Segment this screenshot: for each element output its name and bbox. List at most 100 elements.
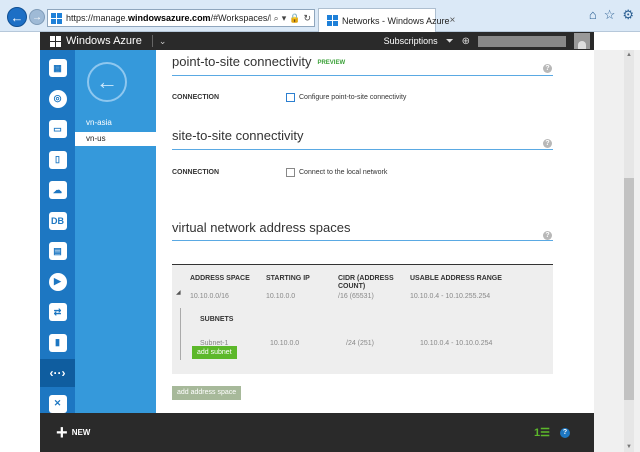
filter-icon[interactable]: ⏷ [446,36,454,47]
avatar[interactable] [574,33,590,49]
p2s-title-text: point-to-site connectivity [172,54,312,69]
networks-icon: ‹··› [49,366,66,380]
network-item-vn-us[interactable]: vn-us [75,132,156,146]
main-content: point-to-site connectivity PREVIEW ? CONN… [156,50,594,413]
traffic-manager-icon: ✕ [48,394,67,413]
user-account-box[interactable] [478,35,566,47]
subnets-heading: SUBNETS [200,316,234,323]
plus-icon[interactable]: + [56,423,68,443]
help-icon[interactable]: ? [543,64,552,73]
sidebar-item-cloud-services[interactable]: ☁ [40,176,75,204]
network-item-vn-asia[interactable]: vn-asia [75,116,156,130]
cidr-cell[interactable]: /16 (65531) [338,293,374,300]
starting-ip-cell[interactable]: 10.10.0.0 [266,293,295,300]
subnet-cidr-cell[interactable]: /24 (251) [346,340,374,347]
subnet-indent-bar [180,308,181,360]
url-text[interactable]: https://manage.windowsazure.com/#Workspa… [66,13,271,23]
help-icon[interactable]: ? [543,231,552,240]
sidebar-item-web-sites[interactable]: ◎ [40,85,75,113]
usable-range-cell: 10.10.0.4 - 10.10.255.254 [410,293,491,300]
portal-header: Windows Azure ⌄ Subscriptions ⏷ ⊕ [40,32,594,50]
p2s-checkbox-row[interactable]: Configure point-to-site connectivity [286,93,406,102]
gear-icon[interactable]: ⚙ [622,7,634,23]
tab-title: Networks - Windows Azure [342,15,450,26]
refresh-icon[interactable]: ↻ [303,13,311,24]
address-bar[interactable]: https://manage.windowsazure.com/#Workspa… [47,9,315,27]
scroll-up-icon[interactable]: ▲ [624,50,634,60]
sidebar-item-service-bus[interactable]: ⇄ [40,298,75,326]
activity-icon[interactable]: 1☰ [534,426,550,439]
section-title-address-spaces: virtual network address spaces [172,220,351,235]
s2s-connection-label: CONNECTION [172,169,220,176]
add-address-space-button[interactable]: add address space [172,386,242,400]
help-icon[interactable]: ? [560,427,570,438]
p2s-connection-label: CONNECTION [172,94,220,101]
all-items-icon: ▦ [48,59,67,77]
new-button[interactable]: NEW [72,428,91,437]
subnet-starting-ip-cell[interactable]: 10.10.0.0 [270,340,299,347]
sidebar-item-sql-databases[interactable]: DB [40,207,75,235]
subnet-usable-range-cell: 10.10.0.4 - 10.10.0.254 [420,340,493,347]
add-subnet-button[interactable]: add subnet [192,346,237,359]
star-icon[interactable]: ☆ [604,7,616,23]
back-button[interactable]: ← [7,7,27,27]
forward-button[interactable]: → [29,9,45,25]
globe-icon[interactable]: ⊕ [462,36,470,47]
section-divider [172,149,553,150]
help-icon[interactable]: ? [543,139,552,148]
section-divider [172,240,553,241]
web-sites-icon: ◎ [48,89,67,108]
activity-count: 1 [534,427,541,439]
sql-databases-icon: DB [48,211,67,230]
media-services-icon: ▶ [48,272,67,291]
sidebar-item-active-directory[interactable]: ▮ [40,329,75,357]
column-header: USABLE ADDRESS RANGE [410,275,502,282]
lock-icon[interactable]: 🔒 [289,13,300,24]
header-divider [151,35,153,47]
sidebar-item-all-items[interactable]: ▦ [40,54,75,82]
s2s-checkbox[interactable] [286,168,295,177]
search-icon[interactable]: ⌕ [274,13,279,24]
address-space-table: ADDRESS SPACE STARTING IP CIDR (ADDRESS … [172,264,553,374]
subscriptions-link[interactable]: Subscriptions [384,36,438,46]
cloud-services-icon: ☁ [48,181,67,199]
section-title-p2s: point-to-site connectivity PREVIEW [172,54,345,69]
dropdown-icon[interactable]: ▾ [282,13,287,24]
sidebar-item-media-services[interactable]: ▶ [40,268,75,296]
browser-tab[interactable]: Networks - Windows Azure × [318,8,455,32]
sidebar-item-mobile-services[interactable]: ▯ [40,146,75,174]
home-icon[interactable]: ⌂ [589,7,597,23]
browser-toolbar: ← → https://manage.windowsazure.com/#Wor… [0,0,640,32]
page-scroll-area: ▲ ▼ [594,50,640,452]
portal-title[interactable]: Windows Azure [66,35,142,47]
p2s-checkbox[interactable] [286,93,295,102]
url-prefix: https://manage. [66,13,129,23]
p2s-checkbox-label[interactable]: Configure point-to-site connectivity [299,94,406,101]
column-header: ADDRESS SPACE [190,275,250,282]
mobile-services-icon: ▯ [48,150,67,169]
expand-arrow-icon[interactable]: ◢ [176,289,181,296]
scroll-down-icon[interactable]: ▼ [624,442,634,452]
url-domain: windowsazure.com [128,13,211,23]
virtual-machines-icon: ▭ [48,120,67,138]
sidebar-item-networks[interactable]: ‹··› [40,359,75,387]
site-favicon-icon [51,12,62,24]
column-header: CIDR (ADDRESS COUNT) [338,275,394,290]
sidebar-item-virtual-machines[interactable]: ▭ [40,115,75,143]
sidebar-item-storage[interactable]: ▤ [40,237,75,265]
url-path: /#Workspaces/NetworkExtension/Vi [210,13,271,23]
tab-close-icon[interactable]: × [450,15,461,26]
s2s-checkbox-label[interactable]: Connect to the local network [299,169,387,176]
networks-panel: ← vn-asia vn-us [75,50,156,413]
back-arrow-icon[interactable]: ← [87,62,127,102]
chevron-down-icon[interactable]: ⌄ [159,36,167,47]
scrollbar-thumb[interactable] [624,178,634,400]
active-directory-icon: ▮ [48,333,67,352]
service-bus-icon: ⇄ [48,303,67,321]
preview-badge: PREVIEW [317,60,346,66]
service-nav-rail: ▦ ◎ ▭ ▯ ☁ DB ▤ ▶ ⇄ ▮ ‹··› ✕ [40,50,75,413]
address-space-cell[interactable]: 10.10.0.0/16 [190,293,229,300]
windows-logo-icon [50,35,61,47]
s2s-checkbox-row[interactable]: Connect to the local network [286,168,387,177]
column-header: STARTING IP [266,275,310,282]
